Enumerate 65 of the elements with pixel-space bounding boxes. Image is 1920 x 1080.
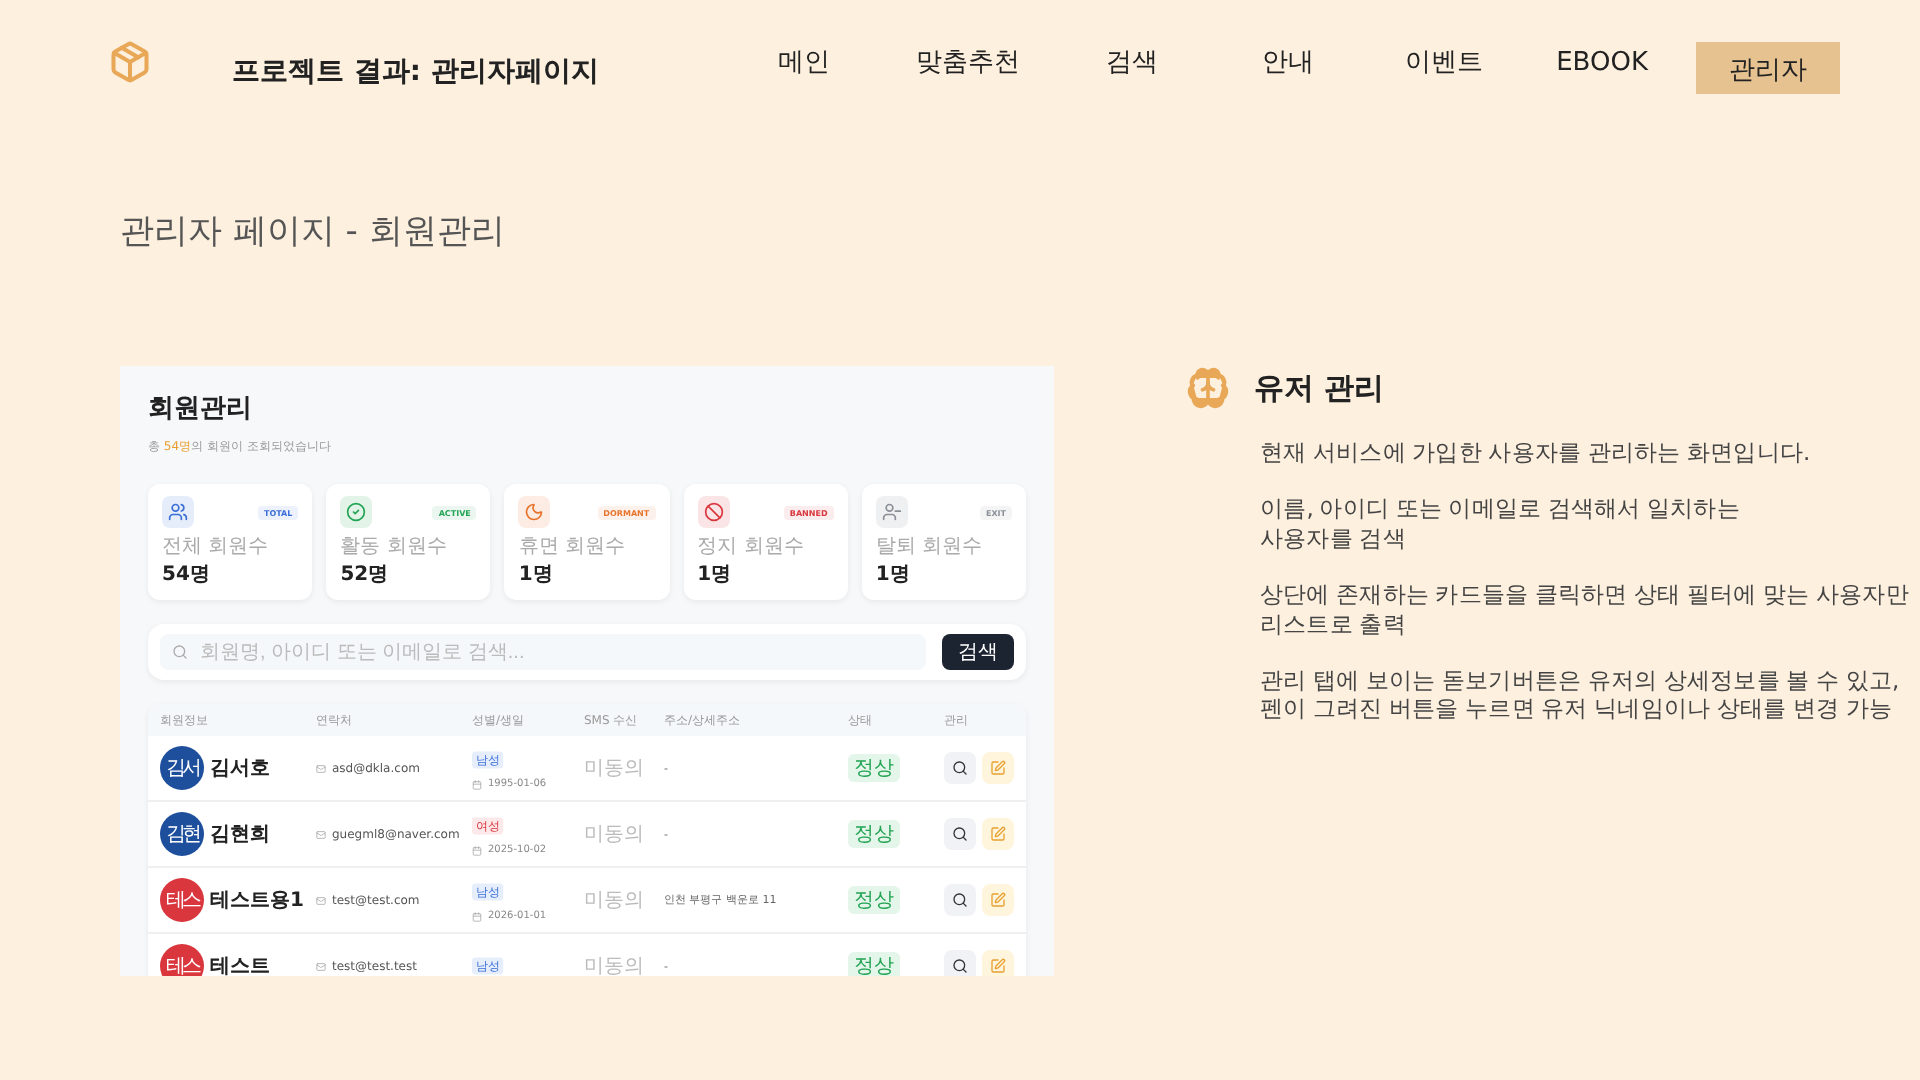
feature-description: 상단에 존재하는 카드들을 클릭하면 상태 필터에 맞는 사용자만 리스트로 출력 (1260, 580, 1909, 638)
project-title: 프로젝트 결과: 관리자페이지 (232, 54, 599, 90)
feature-description: 이름, 아이디 또는 이메일로 검색해서 일치하는 사용자를 검색 (1260, 494, 1742, 553)
pen-icon (990, 826, 1006, 842)
search-icon (952, 892, 968, 908)
search-icon (172, 644, 188, 660)
member-name: 김서호 (210, 756, 270, 782)
feature-description: 관리 탭에 보이는 돋보기버튼은 유저의 상세정보를 볼 수 있고, 펜이 그려진 버튼을 누르면 유저 닉네임이나 상태를 변경 가능 (1260, 665, 1901, 724)
search-button[interactable] (944, 752, 976, 784)
mail-icon (316, 763, 326, 773)
feature-title: 유저 관리 (1254, 369, 1385, 407)
nav-link[interactable]: 메인 (740, 34, 869, 90)
nav-link[interactable]: 검색 (1068, 34, 1197, 90)
pen-icon (990, 958, 1006, 974)
nav-link[interactable]: 이벤트 (1380, 34, 1509, 90)
card-label: 탈퇴 회원수 (875, 534, 984, 560)
member-name: 테스트용1 (210, 888, 304, 914)
card-count: 52명 (340, 562, 391, 588)
feature-description: 현재 서비스에 가입한 사용자를 관리하는 화면입니다. (1260, 438, 1812, 467)
status-tag: 정상 (848, 754, 900, 782)
nav-link[interactable]: 맞춤추천 (896, 34, 1041, 90)
search-button[interactable] (944, 950, 976, 976)
mail-icon (316, 895, 326, 905)
search-icon (952, 826, 968, 842)
search-button[interactable]: 검색 (942, 634, 1014, 670)
member-name: 테스트 (210, 954, 270, 976)
card-count: 1명 (875, 562, 912, 588)
avatar: 테스 (160, 878, 204, 922)
avatar: 김현 (160, 812, 204, 856)
search-icon (952, 760, 968, 776)
box-logo-icon (108, 40, 152, 84)
calendar-icon (472, 845, 482, 855)
card-count: 1명 (518, 562, 555, 588)
pen-icon (990, 760, 1006, 776)
member-name: 김현희 (210, 822, 270, 848)
card-label: 휴면 회원수 (518, 534, 628, 560)
search-field[interactable]: 회원명, 아이디 또는 이메일로 검색... (160, 634, 926, 670)
mail-icon (316, 961, 326, 971)
avatar: 김서 (160, 746, 204, 790)
card-label: 정지 회원수 (697, 534, 806, 560)
sms-consent: 미동의 (584, 954, 644, 976)
page-title: 관리자 페이지 - 회원관리 (120, 210, 507, 254)
calendar-icon (472, 911, 482, 921)
search-button[interactable] (944, 884, 976, 916)
nav-link[interactable]: 안내 (1224, 34, 1353, 90)
nav-link[interactable]: EBOOK (1536, 37, 1668, 87)
nav-link[interactable]: 관리자 (1696, 42, 1840, 94)
card-count: 1명 (697, 562, 734, 588)
search-button[interactable] (944, 818, 976, 850)
status-tag: 정상 (848, 952, 900, 976)
search-icon (952, 958, 968, 974)
avatar: 테스 (160, 944, 204, 976)
card-label: 활동 회원수 (340, 534, 449, 560)
status-tag: 정상 (848, 886, 900, 914)
sms-consent: 미동의 (584, 822, 644, 848)
screen-title: 회원관리 (148, 392, 254, 426)
mail-icon (316, 829, 326, 839)
sms-consent: 미동의 (584, 756, 644, 782)
card-count: 54명 (162, 562, 212, 588)
card-label: 전체 회원수 (162, 534, 271, 560)
calendar-icon (472, 779, 482, 789)
brain-icon (1186, 366, 1230, 410)
pen-icon (990, 892, 1006, 908)
sms-consent: 미동의 (584, 888, 644, 914)
status-tag: 정상 (848, 820, 900, 848)
